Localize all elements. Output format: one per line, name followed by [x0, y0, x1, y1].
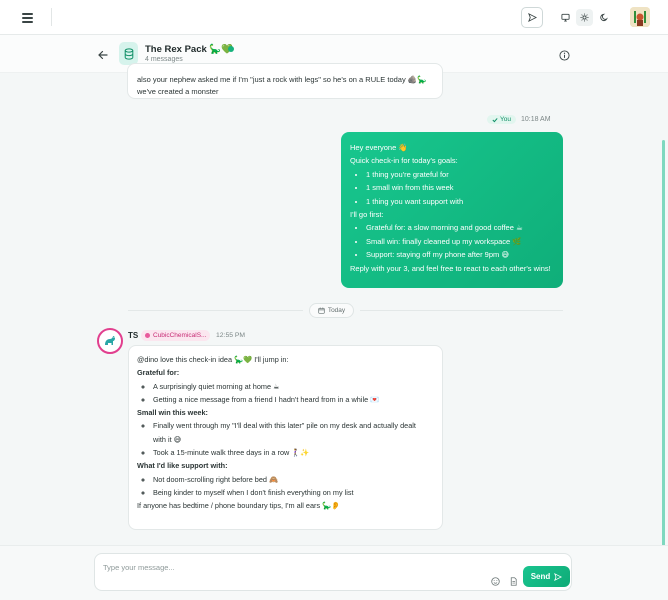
calendar-icon	[318, 307, 325, 314]
date-label: Today	[327, 307, 346, 314]
scrollbar[interactable]	[662, 140, 665, 550]
message-time: 12:55 PM	[216, 332, 246, 339]
message-bubble-previous: also your nephew asked me if I'm "just a…	[127, 63, 443, 99]
message-text: Reply with your 3, and feel free to reac…	[350, 263, 551, 273]
goals-list: 1 thing you're grateful for 1 small win …	[350, 168, 554, 208]
list-item: 1 thing you want support with	[366, 195, 554, 208]
message-count: 4 messages	[145, 56, 183, 63]
divider	[51, 8, 52, 26]
list-item: 1 small win from this week	[366, 181, 554, 194]
send-mode-button[interactable]	[521, 7, 543, 28]
message-time: 10:18 AM	[520, 116, 551, 123]
sender-tag: CubicChemicalS...	[141, 330, 211, 341]
online-status-dot	[228, 46, 234, 52]
message-text: also your nephew asked me if I'm "just a…	[137, 75, 427, 84]
list-item: Getting a nice message from a friend I h…	[153, 393, 434, 406]
list-item: Finally went through my "I'll deal with …	[153, 419, 434, 446]
file-attach-icon[interactable]	[509, 573, 518, 586]
avatar[interactable]	[97, 328, 123, 354]
message-bubble-ts: @dino love this check-in idea 🦕💚 I'll ju…	[128, 345, 443, 530]
emoji-icon[interactable]	[491, 573, 500, 586]
my-message-meta: You 10:18 AM	[487, 115, 551, 124]
menu-icon[interactable]	[22, 13, 33, 23]
send-icon	[527, 13, 537, 22]
list-item: Small win: finally cleaned up my workspa…	[366, 235, 554, 248]
list-item: 1 thing you're grateful for	[366, 168, 554, 181]
moon-icon[interactable]	[596, 9, 613, 26]
info-icon[interactable]	[559, 48, 570, 61]
message-text: Quick check-in for today's goals:	[350, 156, 458, 166]
message-bubble-mine: Hey everyone 👋 Quick check-in for today'…	[341, 132, 563, 288]
list-item: Not doom-scrolling right before bed 🙈	[153, 473, 434, 486]
list-item: A surprisingly quiet morning at home ☕	[153, 380, 434, 393]
send-icon	[554, 572, 563, 581]
sender-name: TS	[128, 331, 139, 340]
divider	[128, 310, 303, 311]
tag-dot	[145, 333, 150, 338]
message-text: @dino love this check-in idea 🦕💚 I'll ju…	[137, 355, 289, 364]
top-bar	[0, 0, 668, 35]
user-avatar[interactable]	[630, 7, 650, 27]
grateful-list: A surprisingly quiet morning at home ☕ G…	[137, 380, 434, 407]
message-text: If anyone has bedtime / phone boundary t…	[137, 501, 341, 511]
message-text: I'll go first:	[350, 210, 384, 220]
section-heading: Small win this week:	[137, 408, 208, 418]
check-icon	[492, 117, 498, 122]
theme-switcher	[556, 8, 614, 27]
win-list: Finally went through my "I'll deal with …	[137, 419, 434, 459]
badge-label: You	[500, 116, 511, 123]
divider	[360, 310, 563, 311]
support-list: Not doom-scrolling right before bed 🙈 Be…	[137, 473, 434, 500]
message-input[interactable]	[103, 561, 463, 573]
list-item: Support: staying off my phone after 9pm …	[366, 248, 554, 261]
list-item: Grateful for: a slow morning and good co…	[366, 221, 554, 234]
sun-icon[interactable]	[576, 9, 594, 26]
list-item-text: with it 😅	[153, 434, 182, 444]
chat-title: The Rex Pack 🦕💚	[145, 44, 234, 55]
tag-label: CubicChemicalS...	[153, 332, 207, 339]
you-badge: You	[487, 115, 516, 124]
list-item: Being kinder to myself when I don't fini…	[153, 486, 434, 499]
list-item: Took a 15-minute walk three days in a ro…	[153, 446, 434, 459]
send-button[interactable]: Send	[523, 566, 570, 587]
back-arrow-icon[interactable]	[97, 48, 109, 60]
monitor-icon[interactable]	[557, 9, 574, 26]
composer	[94, 553, 572, 591]
database-icon	[119, 42, 138, 65]
date-divider: Today	[309, 303, 354, 318]
section-heading: Grateful for:	[137, 368, 180, 378]
answers-list: Grateful for: a slow morning and good co…	[350, 221, 554, 261]
dinosaur-icon	[105, 336, 115, 345]
list-item-text: Finally went through my "I'll deal with …	[153, 421, 416, 431]
send-label: Send	[530, 572, 551, 581]
message-text: Hey everyone 👋	[350, 143, 408, 152]
section-heading: What I'd like support with:	[137, 461, 228, 471]
message-text: we've created a monster	[137, 87, 219, 96]
